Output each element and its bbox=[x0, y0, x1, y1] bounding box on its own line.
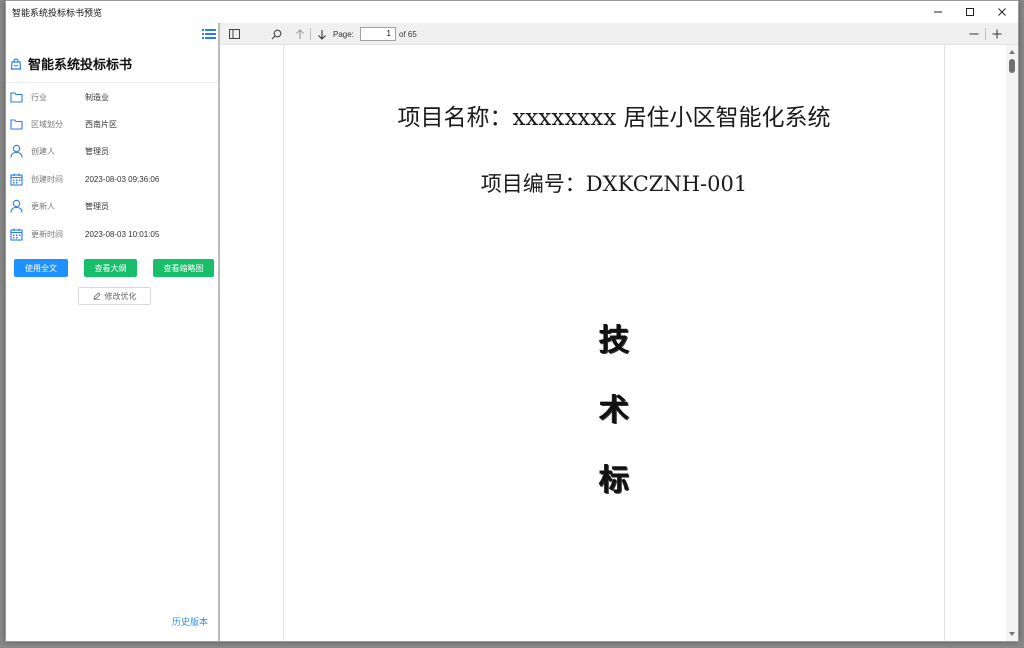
zoom-in-button[interactable] bbox=[990, 27, 1004, 41]
caret-down-icon bbox=[1009, 632, 1015, 636]
doc-title: 智能系统投标标书 bbox=[28, 57, 133, 72]
meta-value: 制造业 bbox=[85, 92, 109, 102]
maximize-button[interactable] bbox=[954, 1, 986, 23]
meta-value: 管理员 bbox=[85, 146, 109, 156]
meta-row-region: 区域划分 西南片区 bbox=[9, 116, 117, 132]
meta-label: 创建人 bbox=[31, 146, 55, 156]
meta-row-updater: 更新人 管理员 bbox=[9, 198, 109, 214]
title-char: 标 bbox=[599, 463, 629, 498]
title-char: 技 bbox=[599, 323, 629, 358]
menu-toggle-button[interactable] bbox=[202, 27, 216, 39]
pdf-page-area: 项目名称：xxxxxxxx 居住小区智能化系统 项目编号：DXKCZNH-001… bbox=[220, 45, 1006, 641]
meta-label: 行业 bbox=[31, 92, 47, 102]
view-outline-button[interactable]: 查看大纲 bbox=[84, 259, 137, 277]
minimize-button[interactable] bbox=[922, 1, 954, 23]
sidebar-toggle-button[interactable] bbox=[227, 27, 241, 41]
meta-value: 2023-08-03 10:01:05 bbox=[85, 229, 160, 239]
maximize-icon bbox=[966, 8, 974, 16]
doc-header: 智能系统投标标书 bbox=[10, 54, 132, 73]
project-name-line: 项目名称：xxxxxxxx 居住小区智能化系统 bbox=[397, 105, 831, 131]
use-full-text-button[interactable]: 使用全文 bbox=[14, 259, 68, 277]
meta-row-updated-time: 更新时间 2023-08-03 10:01:05 bbox=[9, 226, 159, 242]
meta-label: 区域划分 bbox=[31, 119, 63, 129]
caret-up-icon bbox=[1009, 50, 1015, 54]
arrow-down-icon bbox=[318, 29, 326, 40]
scroll-down-arrow[interactable] bbox=[1006, 629, 1018, 639]
meta-row-creator: 创建人 管理员 bbox=[9, 143, 109, 159]
user-icon bbox=[9, 199, 23, 213]
calendar-icon bbox=[9, 227, 23, 241]
scroll-up-arrow[interactable] bbox=[1006, 47, 1018, 57]
history-version-link[interactable]: 历史版本 bbox=[172, 615, 208, 628]
header-divider bbox=[6, 82, 218, 83]
folder-icon bbox=[9, 117, 23, 131]
shopping-bag-icon bbox=[10, 57, 22, 70]
menu-list-icon bbox=[202, 29, 216, 39]
preview-window: 智能系统投标标书预览 智能系统投标标书 行业 制造业 区域划分 西南片区 创建人… bbox=[5, 0, 1019, 642]
toolbar-separator bbox=[985, 28, 986, 40]
page-label: Page: bbox=[333, 30, 354, 39]
vertical-scrollbar[interactable] bbox=[1006, 45, 1018, 641]
page-number-input[interactable]: 1 bbox=[360, 27, 396, 41]
window-title: 智能系统投标标书预览 bbox=[12, 8, 103, 18]
user-icon bbox=[9, 144, 23, 158]
meta-label: 更新时间 bbox=[31, 229, 63, 239]
meta-value: 2023-08-03 09:36:06 bbox=[85, 174, 160, 184]
meta-row-created-time: 创建时间 2023-08-03 09:36:06 bbox=[9, 171, 159, 187]
scroll-thumb[interactable] bbox=[1009, 59, 1015, 73]
folder-icon bbox=[9, 90, 23, 104]
zoom-out-button[interactable] bbox=[967, 27, 981, 41]
toolbar-separator bbox=[310, 28, 311, 40]
meta-label: 创建时间 bbox=[31, 174, 63, 184]
calendar-icon bbox=[9, 172, 23, 186]
title-bar: 智能系统投标标书预览 bbox=[6, 1, 1018, 23]
pdf-toolbar: Page: 1 of 65 bbox=[220, 23, 1018, 45]
project-number-line: 项目编号：DXKCZNH-001 bbox=[480, 172, 748, 196]
next-page-button[interactable] bbox=[315, 27, 329, 41]
meta-value: 管理员 bbox=[85, 201, 109, 211]
meta-value: 西南片区 bbox=[85, 119, 117, 129]
minimize-icon bbox=[934, 11, 942, 13]
page-total: of 65 bbox=[399, 30, 417, 39]
minus-icon bbox=[969, 33, 979, 35]
modify-optimize-button[interactable]: 修改优化 bbox=[78, 287, 151, 305]
previous-page-button[interactable] bbox=[293, 27, 307, 41]
meta-label: 更新人 bbox=[31, 201, 55, 211]
view-thumbnail-button[interactable]: 查看缩略图 bbox=[153, 259, 214, 277]
meta-row-industry: 行业 制造业 bbox=[9, 89, 109, 105]
modify-optimize-label: 修改优化 bbox=[104, 291, 137, 301]
info-sidebar: 智能系统投标标书 行业 制造业 区域划分 西南片区 创建人 管理员 创建时间 2… bbox=[6, 23, 220, 641]
arrow-up-icon bbox=[296, 28, 304, 39]
plus-icon bbox=[992, 29, 1002, 39]
close-icon bbox=[998, 8, 1006, 16]
search-icon bbox=[271, 29, 281, 39]
sidebar-toggle-icon bbox=[228, 29, 240, 39]
page-border bbox=[944, 45, 945, 641]
title-char: 术 bbox=[599, 393, 629, 428]
search-button[interactable] bbox=[269, 27, 283, 41]
close-button[interactable] bbox=[986, 1, 1018, 23]
edit-pencil-icon bbox=[92, 292, 101, 300]
pdf-viewer: Page: 1 of 65 项目名称：xxxxxxxx 居住小区智能化系统 项目… bbox=[220, 23, 1018, 641]
